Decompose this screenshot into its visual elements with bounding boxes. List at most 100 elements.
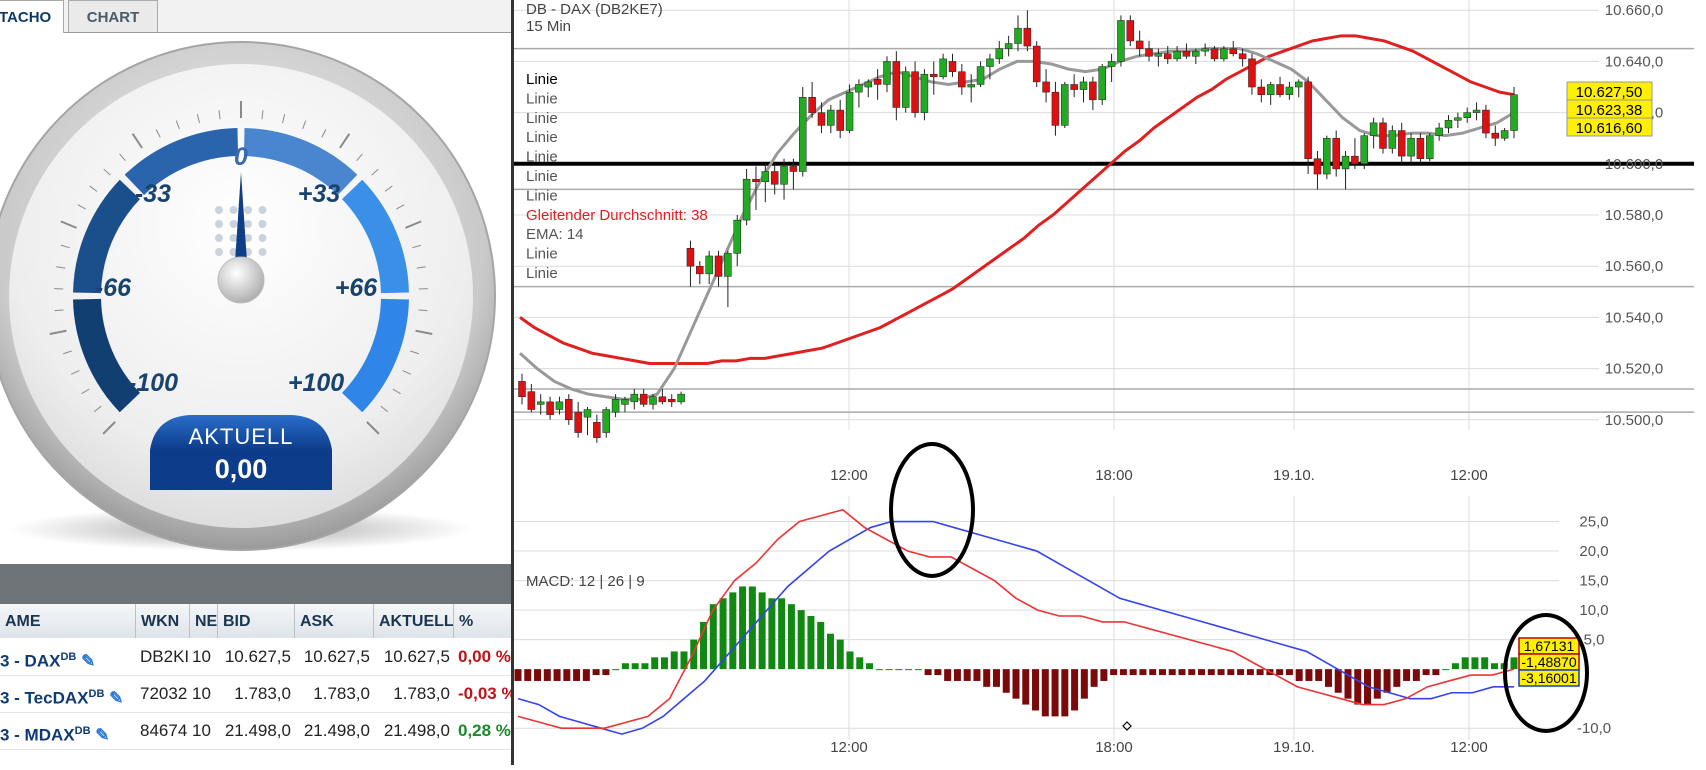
row-ask: 21.498,0: [295, 713, 374, 749]
tab-tacho[interactable]: TACHO: [0, 0, 64, 33]
macd-histogram-bar: [778, 598, 785, 669]
legend-entry: Linie: [526, 149, 558, 166]
price-badges: 10.627,5010.623,3810.616,60: [1567, 82, 1652, 137]
candle-body: [537, 402, 544, 405]
gauge-dot: [259, 206, 267, 214]
row-name[interactable]: 3 - DAXDB ✎: [0, 639, 136, 675]
macd-histogram-bar: [964, 669, 971, 681]
table-row[interactable]: 3 - TecDAXDB ✎ 72032 10 1.783,0 1.783,0 …: [0, 676, 511, 713]
col-header-aktuell[interactable]: AKTUELL: [374, 604, 454, 638]
scale-label-plus-33: +33: [298, 180, 341, 208]
pencil-icon[interactable]: ✎: [81, 652, 95, 671]
candle-body: [1501, 131, 1508, 139]
row-percent: -0,03 %: [458, 676, 511, 712]
macd-histogram-bar: [1384, 669, 1391, 693]
left-panel: TACHO CHART: [0, 0, 511, 765]
pencil-icon[interactable]: ✎: [109, 689, 123, 708]
macd-histogram-bar: [1286, 669, 1293, 675]
time-axis-top: 12:0018:0019.10.12:00: [830, 467, 1488, 484]
candle-body: [1033, 46, 1040, 82]
candle-body: [1174, 51, 1181, 59]
col-header-ask[interactable]: ASK: [295, 604, 374, 638]
macd-histogram-bar: [1120, 669, 1127, 675]
macd-histogram-bar: [1110, 669, 1117, 675]
candle-body: [1155, 54, 1162, 57]
candle-body: [977, 67, 984, 85]
price-axis: 10.660,010.640,010.620,010.600,010.580,0…: [1605, 2, 1663, 429]
candle-body: [1454, 118, 1461, 121]
price-tick-label: 10.660,0: [1605, 2, 1663, 19]
macd-histogram-bar: [1462, 657, 1469, 669]
candle-body: [687, 248, 694, 266]
row-name[interactable]: 3 - TecDAXDB ✎: [0, 676, 136, 712]
macd-badge-label: -1,48870: [1521, 654, 1576, 670]
candle-body: [1211, 49, 1218, 59]
tab-chart[interactable]: CHART: [68, 0, 158, 32]
macd-histogram-bar: [524, 669, 531, 681]
row-aktuell: 21.498,0: [374, 713, 454, 749]
macd-histogram-bar: [1393, 669, 1400, 687]
time-label: 18:00: [1095, 467, 1133, 484]
candle-body: [837, 110, 844, 130]
candle-body: [556, 402, 563, 410]
time-label: 12:00: [830, 467, 868, 484]
candle-body: [1305, 82, 1312, 159]
candle-body: [1071, 84, 1078, 89]
col-header-percent[interactable]: %: [454, 604, 511, 638]
macd-histogram-bar: [1081, 669, 1088, 699]
macd-histogram-bar: [798, 610, 805, 669]
candle-body: [659, 397, 666, 402]
candle-body: [912, 72, 919, 113]
macd-histogram-bar: [1188, 669, 1195, 675]
candle-body: [1417, 138, 1424, 158]
macd-badges: 1,67131-1,48870-3,16001: [1519, 638, 1579, 686]
candle-body: [1146, 49, 1153, 57]
legend-entry: Linie: [526, 246, 558, 263]
candle-body: [827, 110, 834, 125]
gauge-dot: [259, 248, 267, 256]
macd-histogram-bar: [1052, 669, 1059, 716]
scale-label-minus-100: -100: [128, 369, 178, 397]
gauge-dot: [244, 206, 252, 214]
candle-body: [584, 410, 591, 418]
macd-histogram-bar: [1042, 669, 1049, 716]
col-header-ne[interactable]: NE: [190, 604, 218, 638]
row-name[interactable]: 3 - MDAXDB ✎: [0, 713, 136, 749]
col-header-name[interactable]: AME: [0, 604, 136, 638]
candle-body: [612, 399, 619, 412]
time-label: 12:00: [1450, 467, 1488, 484]
macd-histogram-bar: [1315, 669, 1322, 681]
pencil-icon[interactable]: ✎: [95, 726, 109, 745]
macd-histogram-bar: [1218, 669, 1225, 675]
legend-entry: Linie: [526, 71, 558, 88]
candle-body: [1117, 20, 1124, 61]
table-row[interactable]: 3 - MDAXDB ✎ 84674 10 21.498,0 21.498,0 …: [0, 713, 511, 750]
panel-separator[interactable]: [0, 564, 511, 604]
candle-body: [621, 399, 628, 404]
macd-histogram-bar: [554, 669, 561, 681]
col-header-bid[interactable]: BID: [218, 604, 295, 638]
candle-body: [1408, 138, 1415, 156]
price-chart[interactable]: 10.660,010.640,010.620,010.600,010.580,0…: [514, 0, 1706, 765]
macd-histogram-bar: [983, 669, 990, 687]
macd-histogram-bar: [1491, 663, 1498, 669]
macd-tick-label: 25,0: [1579, 514, 1608, 531]
macd-histogram-bar: [602, 669, 609, 675]
table-row[interactable]: 3 - DAXDB ✎ DB2KI 10 10.627,5 10.627,5 1…: [0, 639, 511, 676]
candle-body: [575, 412, 582, 432]
col-header-wkn[interactable]: WKN: [136, 604, 190, 638]
macd-histogram-bar: [925, 669, 932, 675]
candle-body: [1295, 82, 1302, 87]
macd-histogram-bar: [768, 598, 775, 669]
scale-label-minus-66: -66: [95, 274, 132, 302]
row-wkn: 72032: [140, 676, 190, 712]
candle-body: [1043, 82, 1050, 92]
chart-panel[interactable]: 10.660,010.640,010.620,010.600,010.580,0…: [511, 0, 1706, 765]
gauge-dot: [230, 234, 238, 242]
candle-body: [1267, 84, 1274, 94]
candle-body: [1342, 156, 1349, 169]
macd-histogram-bar: [729, 592, 736, 669]
candle-body: [696, 266, 703, 274]
candle-body: [1258, 87, 1265, 95]
legend-entry: Linie: [526, 90, 558, 107]
